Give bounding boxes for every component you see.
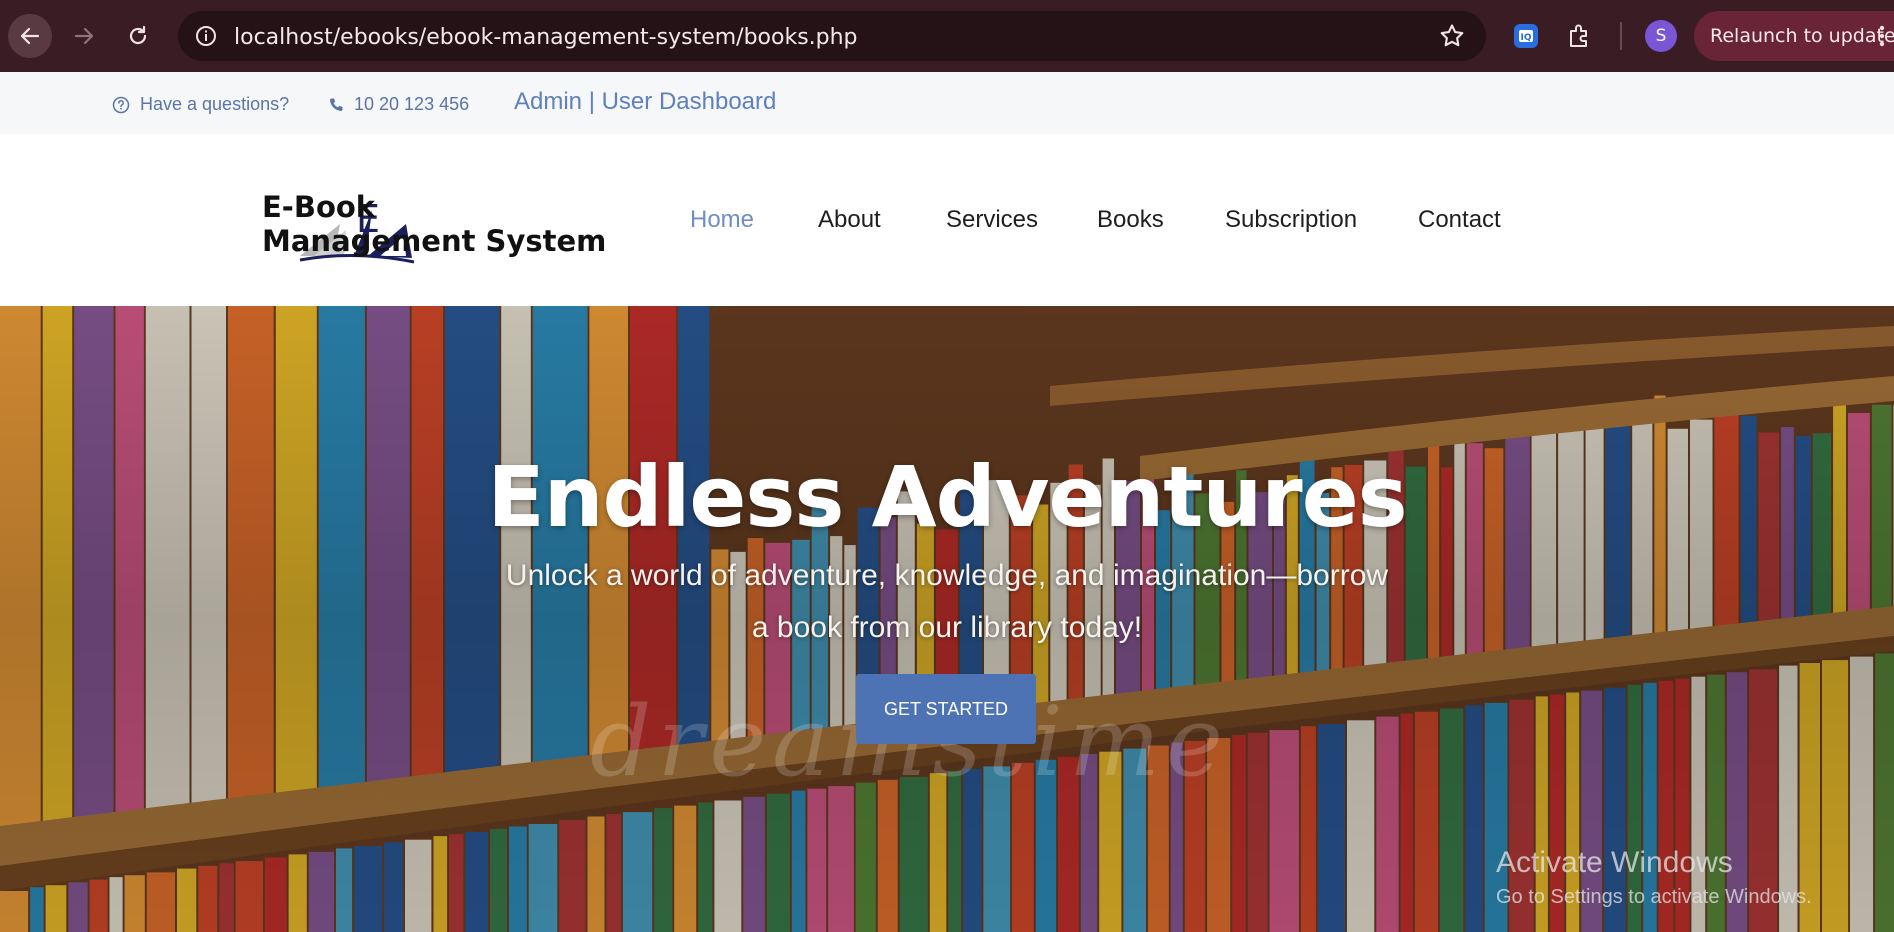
reload-icon bbox=[129, 25, 147, 45]
nav-about[interactable]: About bbox=[818, 206, 881, 234]
hero-banner: dreamstime Endless Adventures Unlock a w… bbox=[0, 306, 1894, 932]
browser-toolbar: localhost/ebooks/ebook-management-system… bbox=[0, 0, 1894, 72]
question-contact[interactable]: Have a questions? bbox=[112, 94, 289, 115]
nav-contact[interactable]: Contact bbox=[1418, 206, 1501, 234]
forward-arrow-icon bbox=[74, 27, 94, 45]
nav-subscription[interactable]: Subscription bbox=[1225, 206, 1357, 234]
url-host: localhost bbox=[234, 25, 333, 50]
site-info-icon[interactable] bbox=[194, 24, 218, 53]
profile-avatar[interactable]: S bbox=[1645, 20, 1677, 52]
url-path: /ebooks/ebook-management-system/books.ph… bbox=[332, 25, 858, 50]
hero-title: Endless Adventures bbox=[487, 448, 1407, 546]
dashboard-link[interactable]: Admin | User Dashboard bbox=[514, 88, 776, 116]
logo-line-1: E-Book bbox=[262, 190, 376, 224]
bookmark-star-icon[interactable] bbox=[1438, 22, 1466, 55]
hero-subtitle-line-1: Unlock a world of adventure, knowledge, … bbox=[505, 559, 1389, 592]
nav-services[interactable]: Services bbox=[946, 206, 1038, 234]
phone-icon bbox=[330, 98, 343, 111]
help-circle-icon bbox=[112, 96, 130, 113]
site-logo-text[interactable]: E-Book Management System bbox=[262, 190, 606, 258]
nav-home[interactable]: Home bbox=[690, 206, 754, 234]
activate-windows-title: Activate Windows bbox=[1496, 846, 1733, 879]
logo-line-2: Management System bbox=[262, 224, 607, 258]
hero-subtitle: Unlock a world of adventure, knowledge, … bbox=[467, 550, 1427, 654]
kebab-menu-icon[interactable] bbox=[1877, 24, 1887, 53]
toolbar-divider bbox=[1620, 22, 1622, 50]
nav-books[interactable]: Books bbox=[1097, 206, 1164, 234]
activate-windows-subtitle: Go to Settings to activate Windows. bbox=[1496, 886, 1812, 908]
top-info-bar: Have a questions? 10 20 123 456 Admin | … bbox=[0, 72, 1894, 134]
svg-text:IQ: IQ bbox=[1521, 33, 1532, 43]
phone-text: 10 20 123 456 bbox=[354, 94, 470, 114]
puzzle-icon[interactable] bbox=[1566, 22, 1594, 55]
forward-button[interactable] bbox=[62, 14, 106, 58]
get-started-button[interactable]: GET STARTED bbox=[856, 674, 1036, 744]
extension-icon[interactable]: IQ bbox=[1512, 22, 1540, 55]
phone-contact[interactable]: 10 20 123 456 bbox=[328, 94, 469, 115]
url-text: localhost/ebooks/ebook-management-system… bbox=[234, 25, 858, 50]
reload-button[interactable] bbox=[116, 14, 160, 58]
back-button[interactable] bbox=[8, 14, 52, 58]
question-text: Have a questions? bbox=[140, 94, 290, 114]
activate-windows-notice: Activate Windows Go to Settings to activ… bbox=[1496, 846, 1812, 909]
address-bar[interactable]: localhost/ebooks/ebook-management-system… bbox=[178, 11, 1486, 61]
hero-subtitle-line-2: a book from our library today! bbox=[751, 611, 1143, 644]
site-header: E E-Book Management System Home About Se… bbox=[0, 134, 1894, 306]
relaunch-button[interactable]: Relaunch to update bbox=[1694, 11, 1894, 61]
back-arrow-icon bbox=[20, 27, 40, 45]
